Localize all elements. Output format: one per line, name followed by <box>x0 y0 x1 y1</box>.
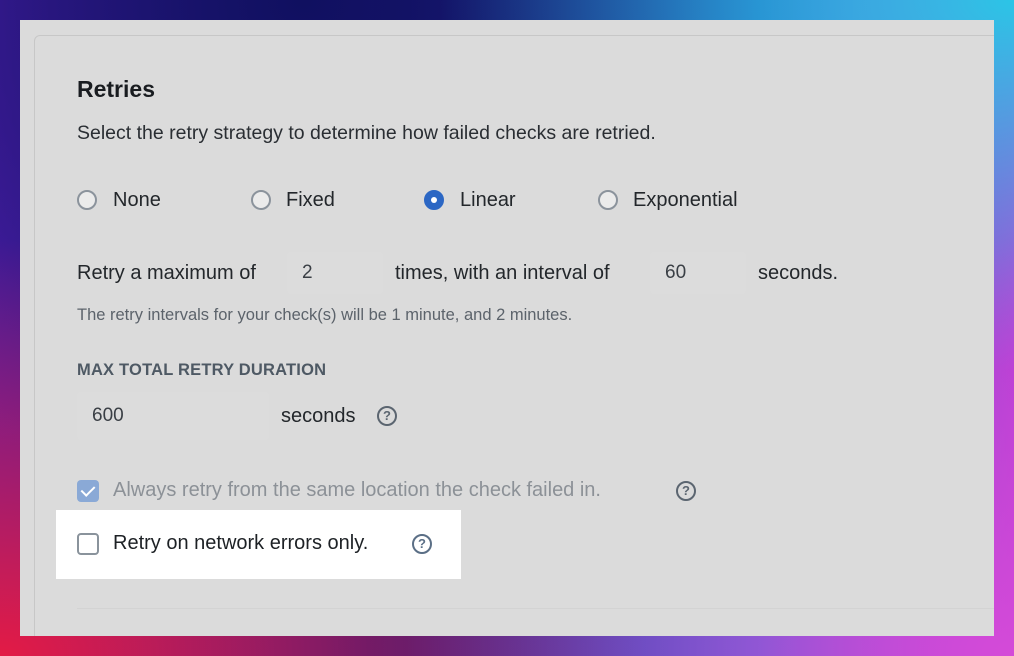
interval-suffix: seconds. <box>758 262 839 284</box>
radio-linear[interactable] <box>424 190 444 210</box>
help-icon[interactable]: ? <box>377 406 397 426</box>
interval-middle-text: times, with an interval of <box>395 262 610 284</box>
radio-exponential-label[interactable]: Exponential <box>633 189 738 212</box>
network-only-checkbox[interactable] <box>77 533 99 555</box>
radio-linear-label[interactable]: Linear <box>460 189 516 212</box>
section-divider <box>77 608 994 609</box>
interval-input[interactable]: 60 <box>650 252 746 294</box>
radio-none[interactable] <box>77 190 97 210</box>
same-location-label[interactable]: Always retry from the same location the … <box>113 479 601 502</box>
section-title: Retries <box>77 76 155 102</box>
radio-fixed-label[interactable]: Fixed <box>286 189 335 212</box>
help-icon[interactable]: ? <box>412 534 432 554</box>
network-only-highlight: Retry on network errors only. ? <box>56 510 461 579</box>
max-retries-prefix: Retry a maximum of <box>77 262 256 284</box>
radio-fixed[interactable] <box>251 190 271 210</box>
radio-none-label[interactable]: None <box>113 189 161 212</box>
radio-exponential[interactable] <box>598 190 618 210</box>
network-only-label[interactable]: Retry on network errors only. <box>113 532 368 555</box>
retries-settings-window: Retries Select the retry strategy to det… <box>20 20 994 636</box>
same-location-checkbox[interactable] <box>77 480 99 502</box>
max-duration-unit: seconds <box>281 405 356 427</box>
max-retries-input[interactable]: 2 <box>287 252 383 294</box>
max-duration-input[interactable]: 600 <box>77 392 269 440</box>
interval-hint: The retry intervals for your check(s) wi… <box>77 306 573 324</box>
section-description: Select the retry strategy to determine h… <box>77 122 656 144</box>
max-duration-label: MAX TOTAL RETRY DURATION <box>77 361 327 379</box>
help-icon[interactable]: ? <box>676 481 696 501</box>
